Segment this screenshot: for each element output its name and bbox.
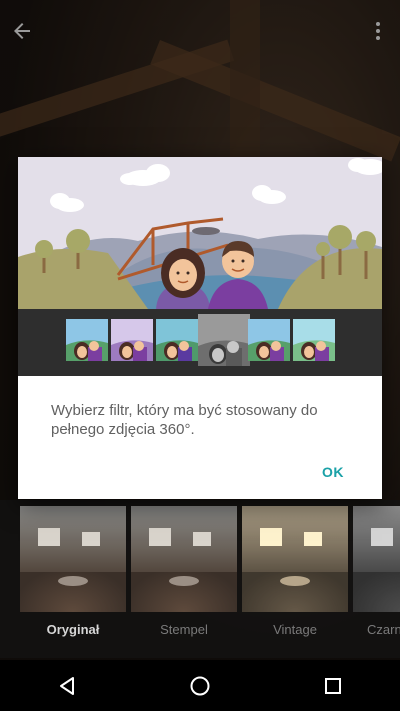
back-button[interactable] [0, 9, 44, 53]
app-bar [0, 0, 400, 62]
nav-back-button[interactable] [42, 666, 92, 706]
system-navigation-bar [0, 660, 400, 711]
filter-thumbnail [20, 506, 126, 612]
filter-preview-thumb[interactable] [156, 319, 198, 361]
filter-label: Czarn [367, 622, 400, 637]
filter-bw[interactable]: Czarn [353, 506, 400, 637]
filter-stempel[interactable]: Stempel [131, 506, 237, 637]
filter-preview-thumb[interactable] [248, 319, 290, 361]
arrow-back-icon [14, 23, 30, 39]
filter-preview-thumb-selected[interactable] [198, 314, 250, 366]
more-vert-icon [376, 22, 380, 40]
nav-recents-button[interactable] [308, 666, 358, 706]
filter-thumbnail [131, 506, 237, 612]
filter-thumbnail [353, 506, 400, 612]
nav-home-button[interactable] [175, 666, 225, 706]
filter-preview-thumb[interactable] [111, 319, 153, 361]
filter-preview-thumb[interactable] [66, 319, 108, 361]
triangle-back-icon [59, 676, 74, 695]
square-recents-icon [325, 677, 342, 694]
filter-info-dialog: Wybierz filtr, który ma być stosowany do… [18, 157, 382, 499]
dialog-message: Wybierz filtr, który ma być stosowany do… [51, 402, 318, 438]
filter-label: Stempel [160, 622, 208, 637]
filter-thumbnail [242, 506, 348, 612]
filter-vintage[interactable]: Vintage [242, 506, 348, 637]
ok-button[interactable]: OK [322, 460, 344, 484]
filter-preview-strip [18, 309, 382, 376]
more-options-button[interactable] [356, 9, 400, 53]
circle-home-icon [190, 676, 210, 695]
dialog-illustration [18, 157, 382, 309]
filter-label: Vintage [273, 622, 317, 637]
filter-label: Oryginał [46, 622, 100, 637]
filter-original[interactable]: Oryginał [20, 506, 126, 637]
filter-strip: Oryginał Stempel Vintage Czarn [0, 500, 400, 658]
filter-preview-thumb[interactable] [293, 319, 335, 361]
